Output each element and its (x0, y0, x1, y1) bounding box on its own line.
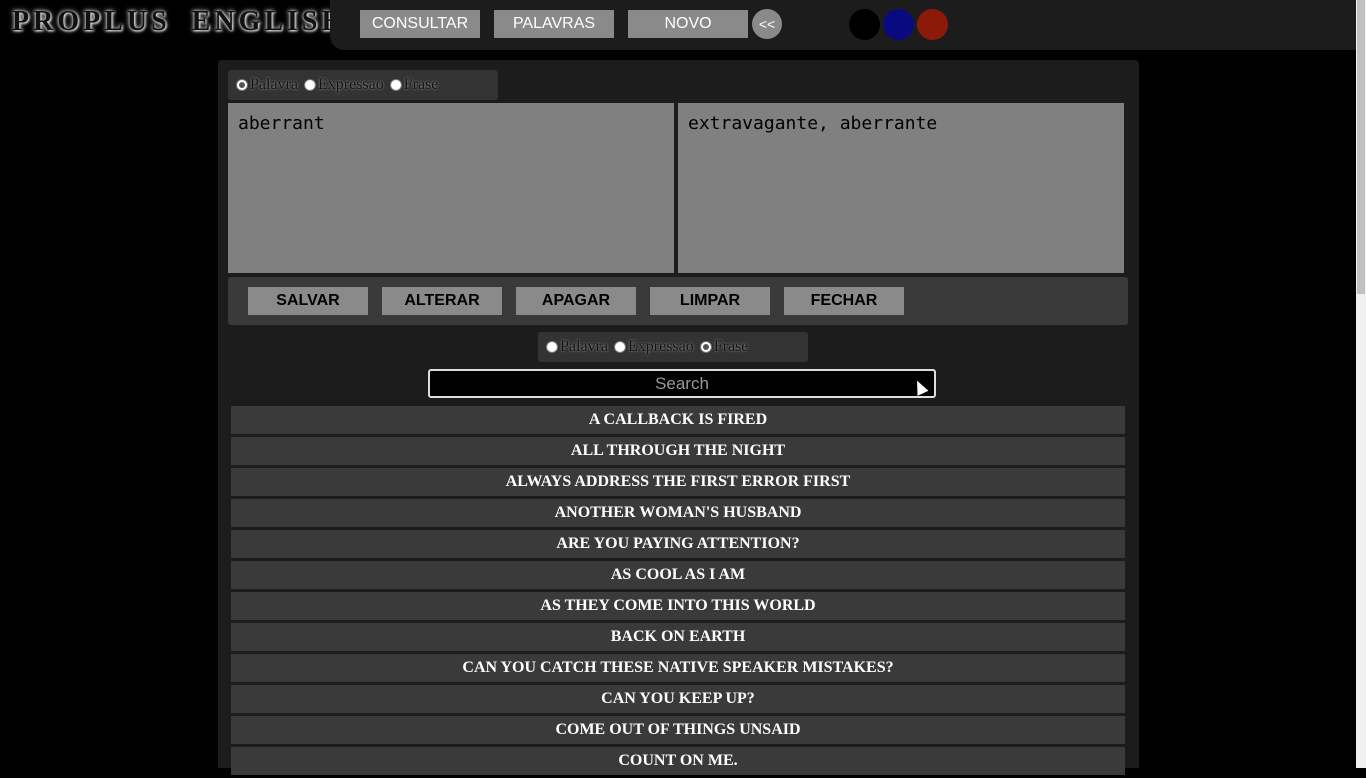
search-input[interactable]: Search (428, 369, 936, 398)
palavras-button[interactable]: PALAVRAS (494, 10, 614, 38)
term-textarea[interactable]: aberrant (228, 103, 674, 273)
radio-label: Expressao (317, 76, 384, 93)
fechar-button[interactable]: FECHAR (784, 287, 904, 315)
entry-type-radio-group: Palavra Expressao Frase (228, 70, 498, 100)
list-item[interactable]: AS THEY COME INTO THIS WORLD (231, 592, 1125, 620)
filter-type-radio-group: Palavra Expressao Frase (538, 332, 808, 362)
list-item[interactable]: BACK ON EARTH (231, 623, 1125, 651)
main-panel: Palavra Expressao Frase aberrant extrava… (218, 60, 1139, 775)
list-item[interactable]: CAN YOU CATCH THESE NATIVE SPEAKER MISTA… (231, 654, 1125, 682)
radio-checked-icon (236, 79, 248, 91)
list-item[interactable]: ALWAYS ADDRESS THE FIRST ERROR FIRST (231, 468, 1125, 496)
consultar-button[interactable]: CONSULTAR (360, 10, 480, 38)
filter-type-palavra-radio[interactable]: Palavra (546, 338, 608, 356)
top-nav-bar: CONSULTAR PALAVRAS NOVO << (330, 0, 1366, 50)
radio-label: Expressao (627, 338, 694, 355)
radio-label: Palavra (560, 338, 608, 355)
entry-type-expressao-radio[interactable]: Expressao (303, 76, 384, 94)
collapse-button[interactable]: << (752, 9, 782, 39)
scrollbar-thumb[interactable] (1357, 0, 1365, 294)
radio-unchecked-icon (389, 79, 402, 91)
list-item[interactable]: AS COOL AS I AM (231, 561, 1125, 589)
theme-black-swatch[interactable] (849, 9, 880, 40)
entry-type-frase-radio[interactable]: Frase (389, 76, 439, 94)
phrase-list: A CALLBACK IS FIRED ALL THROUGH THE NIGH… (231, 406, 1125, 778)
theme-blue-swatch[interactable] (883, 9, 914, 40)
novo-button[interactable]: NOVO (628, 10, 748, 38)
list-item[interactable]: ALL THROUGH THE NIGHT (231, 437, 1125, 465)
radio-unchecked-icon (303, 79, 316, 91)
entry-type-palavra-radio[interactable]: Palavra (236, 76, 298, 94)
list-item[interactable]: COME OUT OF THINGS UNSAID (231, 716, 1125, 744)
radio-label: Frase (403, 76, 439, 93)
filter-type-frase-radio[interactable]: Frase (699, 338, 749, 356)
filter-type-expressao-radio[interactable]: Expressao (613, 338, 694, 356)
salvar-button[interactable]: SALVAR (248, 287, 368, 315)
radio-label: Palavra (250, 76, 298, 93)
alterar-button[interactable]: ALTERAR (382, 287, 502, 315)
apagar-button[interactable]: APAGAR (516, 287, 636, 315)
radio-unchecked-icon (546, 341, 558, 353)
action-bar: SALVAR ALTERAR APAGAR LIMPAR FECHAR (228, 277, 1128, 325)
list-item[interactable]: ANOTHER WOMAN'S HUSBAND (231, 499, 1125, 527)
list-item[interactable]: ARE YOU PAYING ATTENTION? (231, 530, 1125, 558)
page-scrollbar[interactable] (1356, 0, 1366, 768)
app-logo: PROPLUS ENGLISH (12, 6, 348, 37)
theme-red-swatch[interactable] (917, 9, 948, 40)
radio-checked-icon (699, 341, 712, 353)
translation-textarea[interactable]: extravagante, aberrante (678, 103, 1124, 273)
radio-label: Frase (713, 338, 749, 355)
limpar-button[interactable]: LIMPAR (650, 287, 770, 315)
radio-unchecked-icon (613, 341, 626, 353)
list-item[interactable]: COUNT ON ME. (231, 747, 1125, 775)
list-item[interactable]: CAN YOU KEEP UP? (231, 685, 1125, 713)
list-item[interactable]: A CALLBACK IS FIRED (231, 406, 1125, 434)
